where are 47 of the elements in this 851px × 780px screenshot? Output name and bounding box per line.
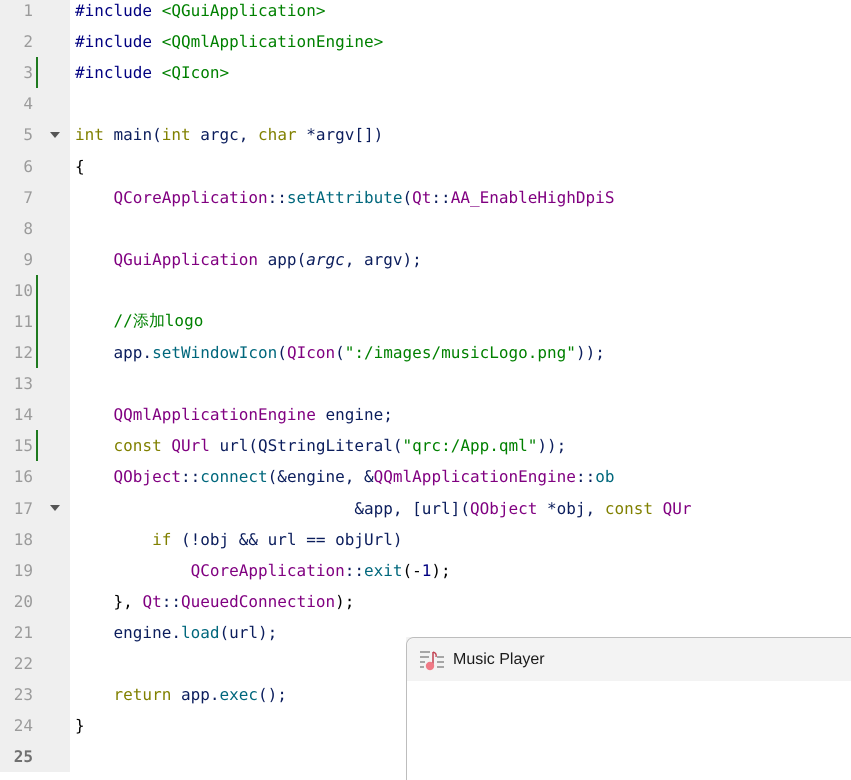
line-number: 20 (12, 592, 33, 611)
line-number: 6 (22, 156, 33, 176)
line-number: 14 (12, 405, 33, 424)
code-line: QCoreApplication::setAttribute(Qt::AA_EnableHighDpiS (112, 188, 614, 207)
line-number: 24 (12, 716, 33, 736)
code-line: int main(int argc, char *argv[]) (74, 125, 384, 144)
window-title: Music Player (453, 650, 545, 668)
code-line: #include <QQmlApplicationEngine> (74, 32, 384, 52)
code-line: const QUrl url(QStringLiteral("qrc:/App.qml")); (112, 436, 566, 456)
line-number: 15 (12, 436, 33, 456)
line-number: 3 (22, 63, 33, 82)
line-number: 21 (12, 622, 33, 642)
line-number: 2 (22, 32, 33, 52)
code-line: return app.exec(); (112, 685, 287, 704)
code-line: #include <QGuiApplication> (74, 1, 326, 20)
line-number: 11 (12, 312, 33, 331)
line-number: 13 (12, 374, 33, 394)
line-number: 25 (12, 747, 33, 766)
line-number: 8 (22, 218, 33, 238)
line-number: 12 (12, 343, 33, 362)
code-line: //添加logo (112, 310, 204, 332)
code-line: &app, [url](QObject *obj, const QUr (353, 498, 692, 518)
line-number: 5 (22, 125, 33, 144)
line-number: 18 (12, 530, 33, 549)
code-line: app.setWindowIcon(QIcon(":/images/musicLogo.png")); (112, 343, 605, 362)
code-line: if (!obj && url == objUrl) (151, 530, 403, 549)
line-number: 9 (22, 250, 33, 269)
code-line: QCoreApplication::exit(-1); (190, 560, 451, 580)
code-line: engine.load(url); (112, 622, 278, 642)
line-number: 17 (12, 498, 33, 518)
code-line: QObject::connect(&engine, &QQmlApplicationEngine::ob (112, 467, 614, 486)
line-number: 4 (22, 94, 33, 114)
line-number: 10 (12, 280, 33, 300)
code-line: QGuiApplication app(argc, argv); (112, 250, 422, 269)
code-line: QQmlApplicationEngine engine; (112, 405, 393, 424)
line-number: 1 (22, 1, 33, 20)
line-number: 23 (12, 685, 33, 704)
line-number: 19 (12, 560, 33, 580)
code-line: { (74, 156, 85, 176)
line-number: 16 (12, 467, 33, 486)
code-line: } (74, 716, 85, 736)
fold-arrow-icon[interactable] (50, 505, 60, 512)
line-number: 22 (12, 654, 33, 674)
code-line: }, Qt::QueuedConnection); (112, 592, 354, 611)
code-line: #include <QIcon> (74, 63, 230, 82)
line-number: 7 (22, 188, 33, 207)
fold-arrow-icon[interactable] (50, 132, 60, 138)
